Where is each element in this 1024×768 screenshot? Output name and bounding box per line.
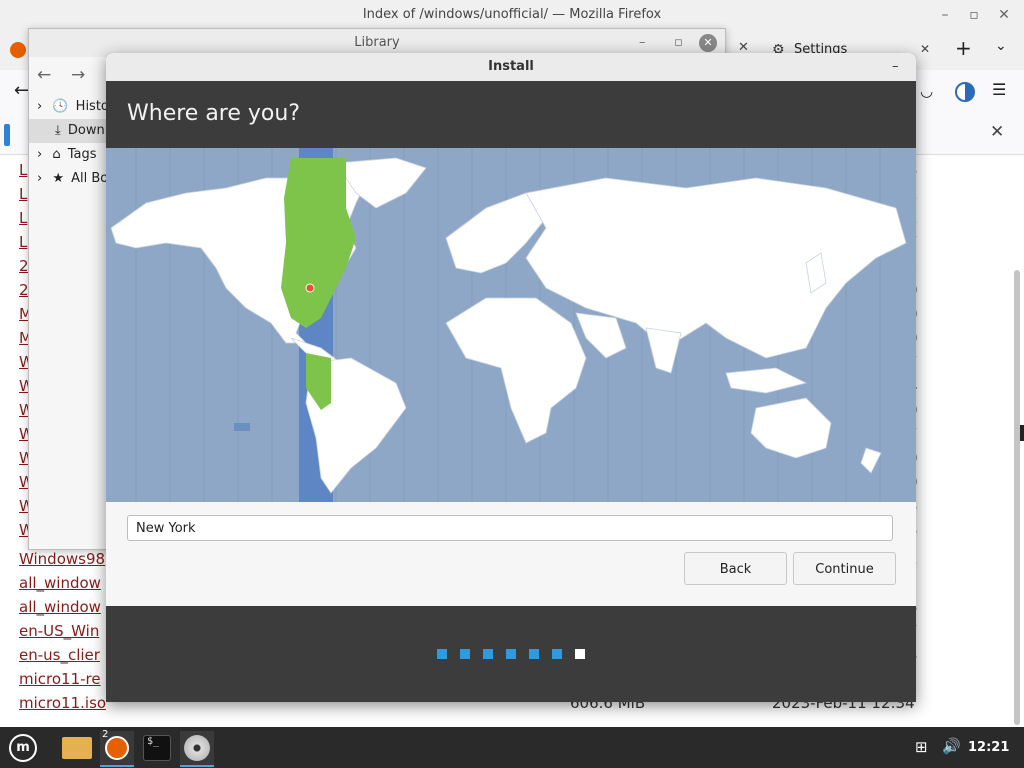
firefox-titlebar: Index of /windows/unofficial/ — Mozilla … — [0, 0, 1024, 30]
library-item-history[interactable]: › 🕓 Histor — [37, 95, 114, 119]
progress-dot — [437, 649, 447, 659]
pocket-icon[interactable]: ◡ — [920, 82, 933, 100]
progress-dot — [552, 649, 562, 659]
chevron-down-icon[interactable]: ⌄ — [995, 38, 1007, 54]
new-tab-icon[interactable]: + — [955, 36, 972, 60]
location-input[interactable] — [127, 515, 893, 541]
close-icon[interactable]: ✕ — [699, 34, 717, 52]
folder-icon[interactable] — [60, 731, 94, 765]
clock-icon: 🕓 — [52, 99, 69, 114]
file-link[interactable]: Windows98 — [19, 550, 105, 568]
installer-disc-icon[interactable] — [180, 731, 214, 767]
page-title: Where are you? — [127, 101, 300, 126]
install-titlebar: Install – — [106, 53, 916, 81]
network-icon[interactable]: ⊞ — [915, 738, 928, 756]
taskbar-badge: 2 — [102, 729, 109, 740]
library-item-label: Down — [67, 123, 105, 138]
firefox-window-title: Index of /windows/unofficial/ — Mozilla … — [362, 7, 662, 22]
timezone-map[interactable] — [106, 148, 916, 502]
library-item-label: Tags — [67, 147, 97, 162]
file-link[interactable]: micro11.iso — [19, 694, 106, 712]
library-title: Library — [354, 35, 400, 50]
file-link[interactable]: en-US_Win — [19, 622, 99, 640]
file-link[interactable]: L — [19, 209, 27, 227]
close-icon[interactable]: ✕ — [993, 0, 1015, 30]
cursor-caret — [1020, 425, 1024, 441]
menu-icon[interactable]: ☰ — [992, 80, 1006, 99]
minimize-icon[interactable]: – — [892, 53, 899, 81]
forward-arrow-icon[interactable]: → — [71, 65, 85, 85]
firefox-icon — [10, 42, 26, 58]
account-icon[interactable] — [955, 82, 975, 102]
start-menu-icon[interactable]: m — [6, 731, 40, 765]
progress-dot — [575, 649, 585, 659]
close-icon[interactable]: ✕ — [920, 42, 930, 56]
scrollbar[interactable] — [1014, 270, 1020, 725]
back-arrow-icon[interactable]: ← — [14, 80, 29, 101]
chevron-right-icon: › — [37, 147, 43, 162]
progress-dot — [529, 649, 539, 659]
file-link[interactable]: all_window — [19, 574, 101, 592]
back-arrow-icon[interactable]: ← — [37, 65, 51, 85]
timezone-fragment — [234, 423, 250, 431]
star-icon: ★ — [52, 171, 64, 186]
install-window-title: Install — [488, 59, 534, 74]
world-map — [110, 148, 907, 502]
progress-dot — [483, 649, 493, 659]
volume-icon[interactable]: 🔊 — [942, 737, 961, 755]
continents — [110, 157, 907, 494]
library-item-label: All Bo — [71, 171, 109, 186]
file-link[interactable]: L — [19, 233, 27, 251]
minimize-icon[interactable]: – — [934, 0, 956, 30]
close-icon[interactable]: ✕ — [990, 122, 1004, 142]
firefox-taskbar-icon[interactable]: 2 — [100, 729, 134, 767]
progress-dot — [460, 649, 470, 659]
sidebar-accent — [4, 124, 10, 146]
file-link[interactable]: all_window — [19, 598, 101, 616]
file-link[interactable]: L — [19, 185, 27, 203]
tag-icon: ⌂ — [52, 147, 61, 162]
file-link[interactable]: en-us_clier — [19, 646, 100, 664]
install-window: Install – Where are you? New York Back C… — [106, 53, 916, 702]
terminal-icon[interactable]: $_ — [140, 731, 174, 765]
file-link[interactable]: L — [19, 161, 27, 179]
progress-dot — [506, 649, 516, 659]
chevron-right-icon: › — [37, 99, 43, 114]
download-icon: ⤓ — [55, 123, 61, 138]
location-pin-icon — [305, 283, 315, 293]
clock[interactable]: 12:21 — [968, 727, 1009, 768]
back-button[interactable]: Back — [684, 552, 787, 585]
library-item-all-bookmarks[interactable]: › ★ All Bo — [37, 167, 108, 191]
file-link[interactable]: micro11-re — [19, 670, 101, 688]
chevron-right-icon: › — [37, 171, 43, 186]
library-item-tags[interactable]: › ⌂ Tags — [37, 143, 97, 167]
maximize-icon[interactable]: ▫ — [963, 0, 985, 30]
continue-button[interactable]: Continue — [793, 552, 896, 585]
